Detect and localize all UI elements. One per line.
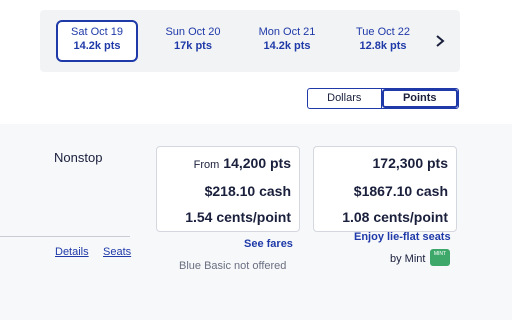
fare-cents-per-point: 1.08 cents/point: [342, 209, 448, 225]
date-points: 14.2k pts: [263, 40, 311, 52]
date-points: 14.2k pts: [73, 40, 121, 52]
fare-card-core[interactable]: From 14,200 pts $218.10 cash 1.54 cents/p…: [156, 146, 300, 232]
date-option-tue-oct-22[interactable]: Tue Oct 22 12.8k pts: [342, 20, 424, 62]
fare-cents-per-point: 1.54 cents/point: [185, 209, 291, 225]
details-link[interactable]: Details: [55, 246, 89, 258]
date-option-sat-oct-19[interactable]: Sat Oct 19 14.2k pts: [56, 20, 138, 62]
points-value: 14,200 pts: [223, 155, 291, 171]
fare-cash: $218.10 cash: [204, 183, 291, 199]
mint-seats-link[interactable]: Enjoy lie-flat seats: [354, 231, 451, 243]
currency-toggle: Dollars Points: [307, 88, 459, 109]
points-toggle-button[interactable]: Points: [381, 89, 458, 108]
date-option-sun-oct-20[interactable]: Sun Oct 20 17k pts: [152, 20, 234, 62]
fare-note: Blue Basic not offered: [179, 260, 287, 272]
dollars-toggle-button[interactable]: Dollars: [308, 89, 382, 108]
fare-points: From 14,200 pts: [194, 155, 291, 171]
date-label: Sat Oct 19: [71, 26, 123, 38]
mint-logo: MINT: [430, 249, 450, 266]
date-option-mon-oct-21[interactable]: Mon Oct 21 14.2k pts: [246, 20, 328, 62]
date-points: 12.8k pts: [359, 40, 407, 52]
date-points: 17k pts: [174, 40, 212, 52]
see-fares-link[interactable]: See fares: [244, 238, 293, 250]
from-label: From: [193, 159, 220, 171]
fare-card-mint[interactable]: 172,300 pts $1867.10 cash 1.08 cents/poi…: [313, 146, 457, 232]
fare-points: 172,300 pts: [372, 155, 449, 171]
stops-label: Nonstop: [54, 150, 103, 165]
by-mint-label: by Mint: [390, 253, 426, 265]
date-strip: Sat Oct 19 14.2k pts Sun Oct 20 17k pts …: [40, 10, 460, 72]
seats-link[interactable]: Seats: [103, 246, 131, 258]
date-label: Tue Oct 22: [355, 26, 410, 38]
chevron-right-icon[interactable]: [434, 34, 446, 48]
date-label: Sun Oct 20: [165, 26, 221, 38]
date-label: Mon Oct 21: [258, 26, 316, 38]
divider: [0, 236, 130, 237]
fare-cash: $1867.10 cash: [353, 183, 448, 199]
